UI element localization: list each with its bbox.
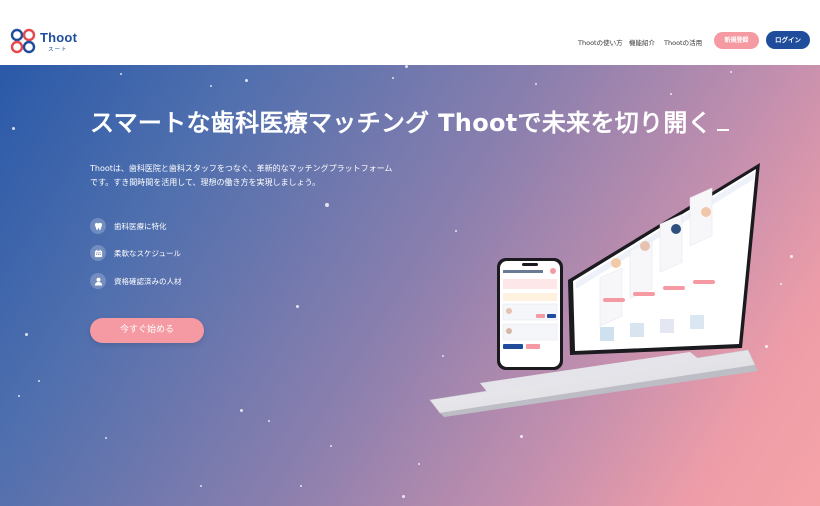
logo-subtext: スート: [48, 47, 68, 53]
site-header: Thoot スート Thootの使い方 機能紹介 Thootの活用 新規登録 ロ…: [0, 0, 820, 66]
hero-section: スマートな歯科医療マッチング Thootで未来を切り開く Thootは、歯科医院…: [0, 65, 820, 506]
logo[interactable]: Thoot スート: [10, 28, 90, 54]
nav-use-cases[interactable]: Thootの活用: [664, 37, 702, 47]
nav-how-to-use[interactable]: Thootの使い方: [578, 37, 623, 47]
nav-features[interactable]: 機能紹介: [629, 37, 655, 47]
logo-text: Thoot: [40, 30, 78, 45]
device-mockup-illustration: [429, 163, 760, 417]
smartphone-image: [497, 258, 563, 370]
logo-mark-icon: [10, 28, 36, 54]
register-button[interactable]: 新規登録: [714, 32, 759, 49]
login-button[interactable]: ログイン: [766, 31, 810, 49]
laptop-image: [429, 163, 760, 417]
